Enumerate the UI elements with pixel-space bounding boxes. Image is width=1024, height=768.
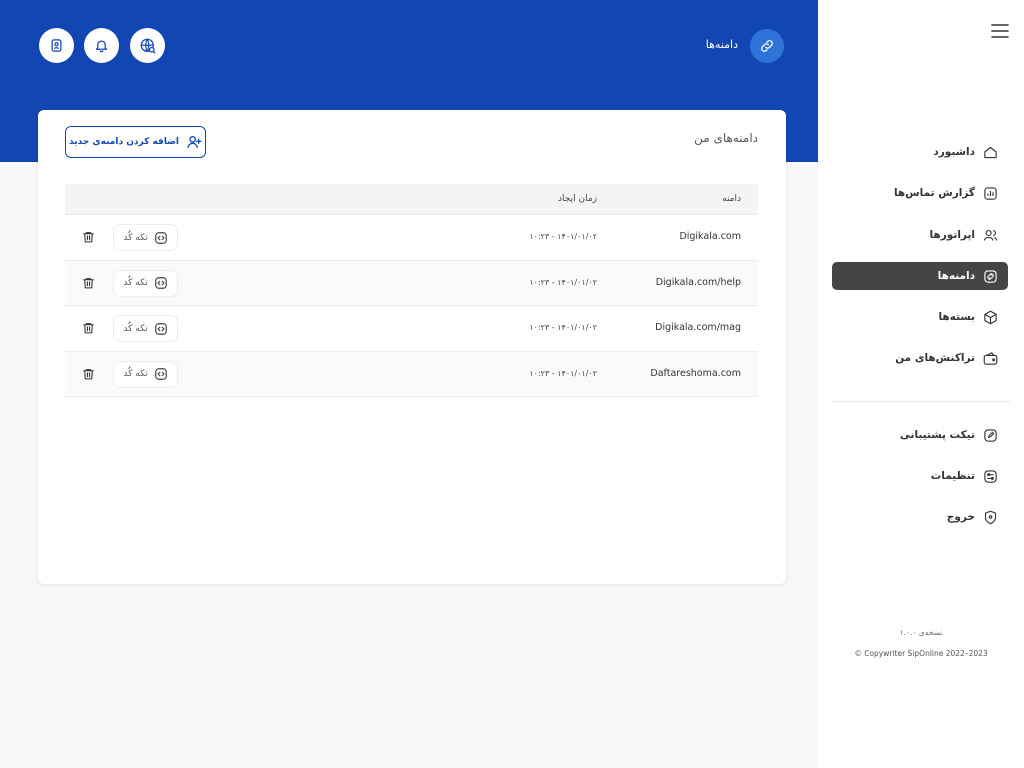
code-icon [154,231,168,245]
sidebar-item-label: تیکت پشتیبانی [899,429,975,441]
column-created: زمان ایجاد [558,194,597,204]
link-icon [983,269,998,284]
wallet-icon [983,351,998,366]
sidebar-item-call-reports[interactable]: گزارش تماس‌ها [832,179,1008,207]
sidebar-item-label: دامنه‌ها [937,270,975,282]
sidebar-item-label: بسته‌ها [938,311,975,323]
menu-icon[interactable] [991,24,1009,38]
notifications-button[interactable] [84,28,119,63]
domain-cell: Digikala.com/help [655,276,741,288]
sidebar-item-label: تنظیمات [930,470,975,482]
sidebar-divider [832,401,1010,402]
globe-search-icon [139,37,157,55]
sidebar-item-label: داشبورد [933,146,975,158]
globe-search-button[interactable] [130,28,165,63]
sidebar-item-domains[interactable]: دامنه‌ها [832,262,1008,290]
edit-icon [983,428,998,443]
code-snippet-button[interactable]: تکه کُد [113,315,178,342]
domain-cell: Daftareshoma.com [650,367,741,379]
created-cell: ۱۴۰۱/۰۱/۰۲ - ۱۰:۲۳ [529,232,597,241]
table-row: Digikala.com/help ۱۴۰۱/۰۱/۰۲ - ۱۰:۲۳ تکه… [65,260,758,306]
table-header: دامنه زمان ایجاد [65,184,758,215]
code-icon [154,322,168,336]
sidebar-item-operators[interactable]: اپراتورها [832,221,1008,249]
code-snippet-label: تکه کُد [123,323,148,334]
users-icon [983,228,998,243]
domain-cell: Digikala.com/mag [655,322,741,333]
sidebar-item-label: تراکنش‌های من [895,352,975,364]
box-icon [983,310,998,325]
table-row: Daftareshoma.com ۱۴۰۱/۰۱/۰۲ - ۱۰:۲۳ تکه … [65,351,758,397]
created-cell: ۱۴۰۱/۰۱/۰۲ - ۱۰:۲۳ [529,368,597,378]
code-snippet-label: تکه کُد [123,369,148,379]
trash-icon[interactable] [82,367,95,381]
code-snippet-label: تکه کُد [123,278,148,288]
add-domain-label: اضافه کردن دامنه‌ی جدید [69,137,179,147]
created-cell: ۱۴۰۱/۰۱/۰۲ - ۱۰:۲۳ [529,323,597,332]
sidebar-item-logout[interactable]: خروج [832,503,1008,531]
trash-icon[interactable] [82,321,95,335]
domains-card: دامنه‌های من اضافه کردن دامنه‌ی جدید دام… [38,110,786,584]
sidebar-item-dashboard[interactable]: داشبورد [832,138,1008,166]
page-title: دامنه‌ها [705,38,738,51]
table-row: Digikala.com ۱۴۰۱/۰۱/۰۲ - ۱۰:۲۳ تکه کُد [65,215,758,261]
sidebar-item-label: گزارش تماس‌ها [893,187,975,199]
badge-icon [49,38,64,53]
domain-cell: Digikala.com [679,231,741,242]
sidebar-item-packages[interactable]: بسته‌ها [832,303,1008,331]
card-title: دامنه‌های من [694,131,758,145]
created-cell: ۱۴۰۱/۰۱/۰۲ - ۱۰:۲۳ [529,277,597,287]
column-domain: دامنه [722,194,741,204]
table-row: Digikala.com/mag ۱۴۰۱/۰۱/۰۲ - ۱۰:۲۳ تکه … [65,306,758,352]
sidebar-item-transactions[interactable]: تراکنش‌های من [832,344,1008,372]
bell-icon [94,38,109,53]
chart-icon [983,186,998,201]
code-icon [154,367,168,381]
code-snippet-button[interactable]: تکه کُد [113,360,178,388]
sidebar-item-label: خروج [946,511,975,523]
app-version: نسخه‌ی ۱.۰.۰ [899,628,943,637]
add-domain-button[interactable]: اضافه کردن دامنه‌ی جدید [65,126,206,158]
trash-icon[interactable] [82,230,95,244]
trash-icon[interactable] [82,276,95,290]
profile-badge-button[interactable] [39,28,74,63]
settings-icon [983,469,998,484]
domains-table: دامنه زمان ایجاد Digikala.com ۱۴۰۱/۰۱/۰۲… [65,184,758,397]
sidebar-item-settings[interactable]: تنظیمات [832,462,1008,490]
code-icon [154,276,168,290]
link-icon [750,29,784,63]
sidebar-item-support-ticket[interactable]: تیکت پشتیبانی [832,421,1008,449]
code-snippet-label: تکه کُد [123,232,148,243]
logout-icon [983,510,998,525]
home-icon [983,145,998,160]
code-snippet-button[interactable]: تکه کُد [113,224,178,251]
add-user-icon [186,134,202,150]
code-snippet-button[interactable]: تکه کُد [113,269,178,297]
sidebar: داشبورد گزارش تماس‌ها اپراتورها دامنه‌ها… [818,0,1024,768]
copyright: © Copywriter SipOnline 2022–2023 [854,649,988,658]
sidebar-item-label: اپراتورها [929,229,975,241]
